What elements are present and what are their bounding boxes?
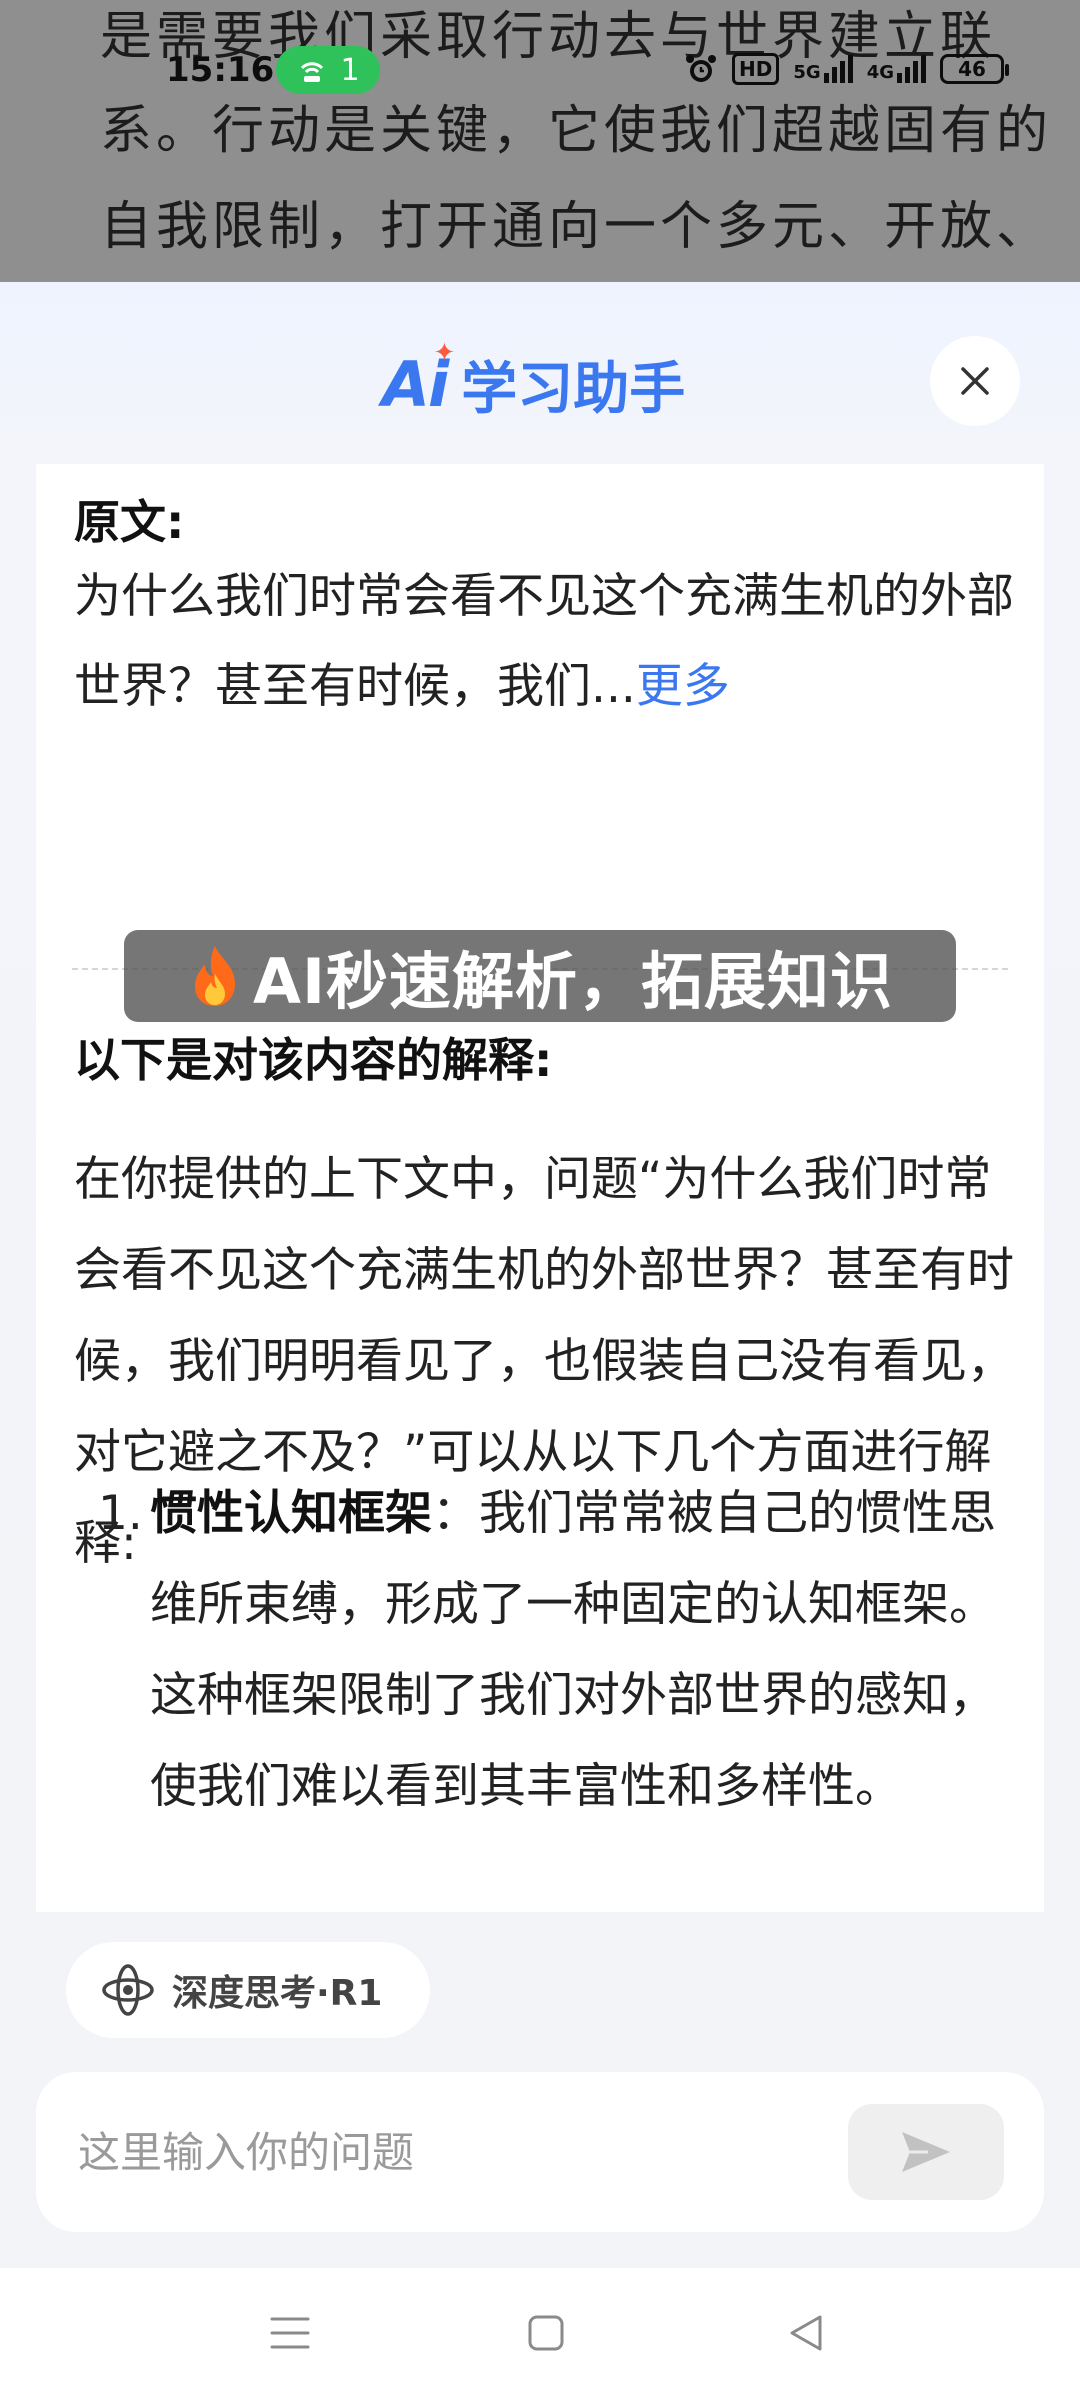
ai-logo-icon: Ai ✦ [382,338,455,421]
hotspot-indicator[interactable]: 1 [276,46,380,94]
home-square-icon [528,2315,564,2351]
deep-think-toggle[interactable]: 深度思考·R1 [66,1942,430,2038]
list-item-number: 1. [98,1486,143,1541]
response-card[interactable]: 原文: 为什么我们时常会看不见这个充满生机的外部世界？甚至有时候，我们...更多… [36,464,1044,1912]
list-item-text: 惯性认知框架：我们常常被自己的惯性思维所束缚，形成了一种固定的认知框架。这种框架… [150,1486,996,1814]
battery-icon: 46 [940,54,1009,84]
close-icon [961,367,989,395]
send-icon [902,2132,950,2172]
more-link[interactable]: 更多 [636,659,730,714]
original-label: 原文: [74,495,185,549]
signal-4g-icon: 4G [867,55,926,83]
deep-think-label: 深度思考·R1 [172,1973,383,2014]
fire-icon [194,946,235,1006]
nav-back-button[interactable] [766,2298,846,2368]
question-input[interactable] [76,2102,856,2202]
nav-home-button[interactable] [506,2298,586,2368]
list-item: 1. 惯性认知框架：我们常常被自己的惯性思维所束缚，形成了一种固定的认知框架。这… [98,1468,1014,1832]
back-triangle-icon [790,2315,822,2351]
hotspot-count: 1 [340,52,360,88]
atom-icon [102,1964,154,2016]
nav-menu-button[interactable] [250,2298,330,2368]
promo-banner: AI秒速解析，拓展知识 [124,930,956,1022]
brand: Ai ✦ 学习助手 [382,338,686,425]
status-bar: 15:16 1 HD 5G 4G 46 [0,44,1080,100]
sheet-header: Ai ✦ 学习助手 [0,282,1080,462]
explanation-heading: 以下是对该内容的解释: [74,1033,553,1087]
status-icons: HD 5G 4G 46 [684,52,1009,86]
reader-background: 是需要我们采取行动去与世界建立联 系。行动是关键，它使我们超越固有的 自我限制，… [0,0,1080,282]
hotspot-icon [301,62,324,82]
sheet-title: 学习助手 [461,357,686,422]
alarm-icon [686,55,717,82]
ai-assistant-sheet: Ai ✦ 学习助手 原文: 为什么我们时常会看不见这个充满生机的外部世界？甚至有… [0,282,1080,2268]
send-button[interactable] [848,2104,1004,2200]
status-time: 15:16 [166,50,275,90]
signal-5g-icon: 5G [793,55,853,83]
list-item-title: 惯性认知框架 [150,1486,432,1541]
reader-line: 自我限制，打开通向一个多元、开放、 [100,197,1053,257]
system-nav-bar [0,2268,1080,2400]
banner-text: AI秒速解析，拓展知识 [252,945,894,1018]
hd-icon: HD [732,53,780,85]
close-button[interactable] [930,336,1020,426]
menu-icon [270,2317,310,2349]
question-input-bar [36,2072,1044,2232]
original-text: 为什么我们时常会看不见这个充满生机的外部世界？甚至有时候，我们...更多 [74,569,1014,714]
